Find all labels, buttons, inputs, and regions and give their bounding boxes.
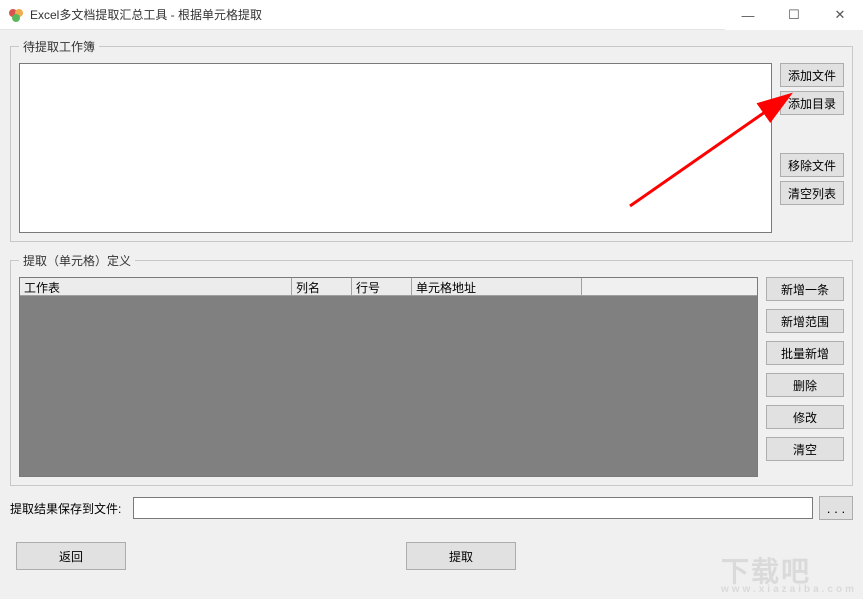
window-controls: — ☐ ✕ <box>725 0 863 29</box>
table-body <box>20 296 757 476</box>
workbook-list[interactable] <box>19 63 772 233</box>
clear-button[interactable]: 清空 <box>766 437 844 461</box>
group-cell-definition-legend: 提取（单元格）定义 <box>19 252 135 269</box>
save-path-input[interactable] <box>133 497 813 519</box>
add-range-button[interactable]: 新增范围 <box>766 309 844 333</box>
th-row[interactable]: 行号 <box>352 278 412 295</box>
extract-button[interactable]: 提取 <box>406 542 516 570</box>
workbook-buttons: 添加文件 添加目录 移除文件 清空列表 <box>780 63 844 233</box>
app-icon <box>8 7 24 23</box>
delete-button[interactable]: 删除 <box>766 373 844 397</box>
group-workbooks-legend: 待提取工作簿 <box>19 38 99 55</box>
definition-table[interactable]: 工作表 列名 行号 单元格地址 <box>19 277 758 477</box>
back-button[interactable]: 返回 <box>16 542 126 570</box>
remove-file-button[interactable]: 移除文件 <box>780 153 844 177</box>
definition-buttons: 新增一条 新增范围 批量新增 删除 修改 清空 <box>766 277 844 477</box>
maximize-button[interactable]: ☐ <box>771 0 817 30</box>
save-label: 提取结果保存到文件: <box>10 500 121 517</box>
add-batch-button[interactable]: 批量新增 <box>766 341 844 365</box>
title-bar: Excel多文档提取汇总工具 - 根据单元格提取 — ☐ ✕ <box>0 0 863 30</box>
group-workbooks: 待提取工作簿 添加文件 添加目录 移除文件 清空列表 <box>10 38 853 242</box>
clear-list-button[interactable]: 清空列表 <box>780 181 844 205</box>
group-cell-definition: 提取（单元格）定义 工作表 列名 行号 单元格地址 新增一条 新增范围 批量新增… <box>10 252 853 486</box>
close-button[interactable]: ✕ <box>817 0 863 30</box>
save-row: 提取结果保存到文件: . . . <box>10 496 853 520</box>
minimize-button[interactable]: — <box>725 0 771 30</box>
edit-button[interactable]: 修改 <box>766 405 844 429</box>
th-column[interactable]: 列名 <box>292 278 352 295</box>
bottom-buttons: 返回 提取 <box>10 538 853 570</box>
table-header: 工作表 列名 行号 单元格地址 <box>20 278 757 296</box>
th-sheet[interactable]: 工作表 <box>20 278 292 295</box>
client-area: 待提取工作簿 添加文件 添加目录 移除文件 清空列表 提取（单元格）定义 工作表… <box>0 30 863 599</box>
browse-button[interactable]: . . . <box>819 496 853 520</box>
watermark-sub: www.xiazaiba.com <box>721 584 857 595</box>
add-one-button[interactable]: 新增一条 <box>766 277 844 301</box>
add-directory-button[interactable]: 添加目录 <box>780 91 844 115</box>
add-file-button[interactable]: 添加文件 <box>780 63 844 87</box>
th-address[interactable]: 单元格地址 <box>412 278 582 295</box>
window-title: Excel多文档提取汇总工具 - 根据单元格提取 <box>30 6 725 23</box>
